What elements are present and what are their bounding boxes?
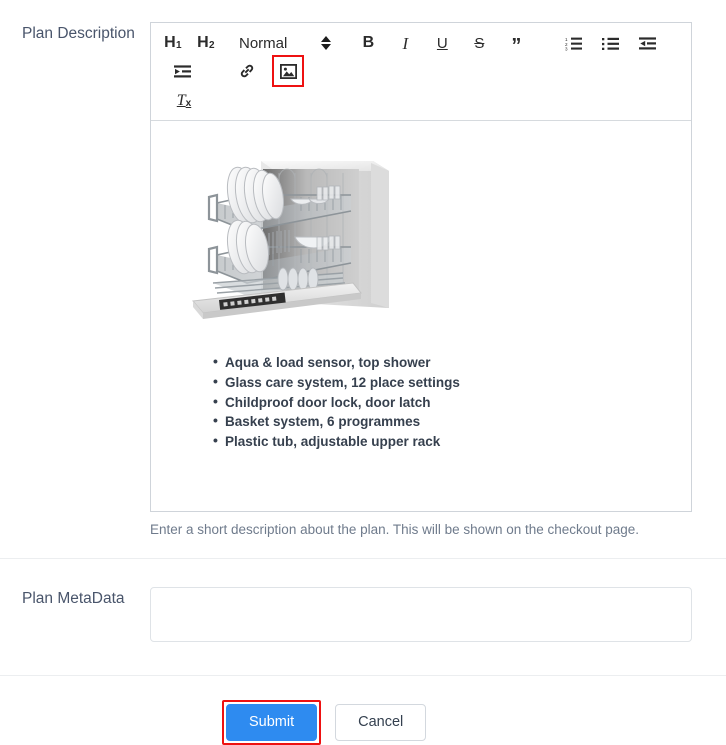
heading-2-letter: H [197,34,209,51]
list-item: Childproof door lock, door latch [213,393,677,411]
indent-icon[interactable] [169,58,195,84]
plan-description-control: H1 H2 Normal B I U S ” 1 2 3 T x • Aqua … [150,22,726,540]
block-format-select[interactable]: Normal [239,30,332,56]
underline-icon[interactable]: U [429,30,455,56]
rich-text-editor[interactable]: H1 H2 Normal B I U S ” 1 2 3 T x • Aqua … [150,22,692,512]
plan-metadata-control [150,586,726,647]
plan-metadata-row: Plan MetaData [0,559,726,675]
block-format-value: Normal [239,34,288,52]
clear-formatting-letter: T [176,92,186,109]
clear-formatting-icon[interactable]: Tx [171,88,197,114]
submit-button-highlight: Submit [222,699,322,745]
blockquote-icon[interactable]: ” [503,30,529,56]
heading-1-icon[interactable]: H1 [160,30,186,56]
heading-1-level: 1 [175,40,182,51]
list-item: Basket system, 6 programmes [213,412,677,430]
submit-button[interactable]: Submit [226,703,318,742]
plan-description-label: Plan Description [22,25,135,42]
heading-2-icon[interactable]: H2 [193,30,219,56]
updown-arrows-icon [321,36,332,50]
plan-description-help-text: Enter a short description about the plan… [150,522,640,537]
plan-description-row: Plan Description H1 H2 Normal B I U S ” [0,0,726,558]
plan-metadata-input[interactable] [150,586,692,642]
editor-content-area[interactable]: Aqua & load sensor, top shower Glass car… [151,121,691,511]
bullet-list-icon[interactable] [597,30,623,56]
clear-formatting-mark: x [185,98,192,109]
strikethrough-icon[interactable]: S [466,30,492,56]
editor-toolbar-row-2: Tx [159,87,683,115]
list-item: Plastic tub, adjustable upper rack [213,432,677,450]
svg-text:3: 3 [565,46,568,50]
outdent-icon[interactable] [634,30,660,56]
bold-icon[interactable]: B [355,30,381,56]
heading-2-level: 2 [208,40,215,51]
editor-toolbar: H1 H2 Normal B I U S ” 1 2 3 T x [151,23,691,121]
ordered-list-icon[interactable]: 1 2 3 [560,30,586,56]
dishwasher-product-image [165,133,677,338]
form-actions: Submit Cancel [0,676,726,745]
italic-icon[interactable]: I [392,30,418,56]
list-item: Aqua & load sensor, top shower [213,353,677,371]
plan-metadata-label: Plan MetaData [22,589,125,607]
cancel-button[interactable]: Cancel [335,703,427,742]
list-item: Glass care system, 12 place settings [213,373,677,391]
feature-list: Aqua & load sensor, top shower Glass car… [165,353,677,450]
image-icon[interactable] [272,55,304,87]
heading-1-letter: H [164,34,176,51]
link-icon[interactable] [234,58,260,84]
